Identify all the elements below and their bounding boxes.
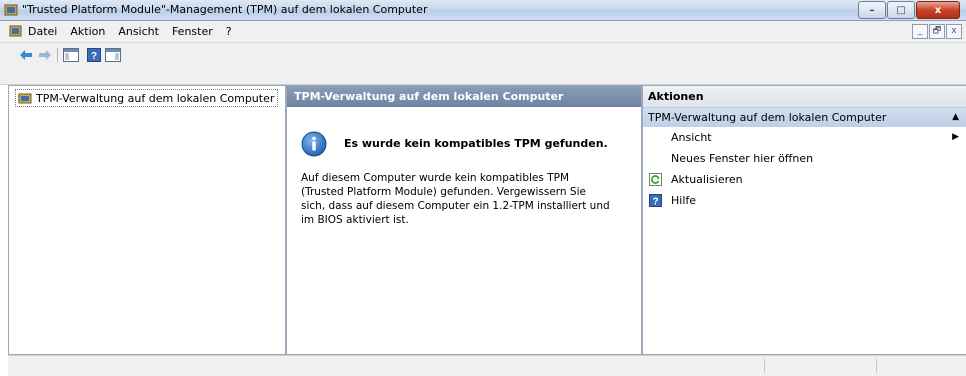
- console-tree-pane: TPM-Verwaltung auf dem lokalen Computer: [8, 85, 286, 355]
- tpm-app-icon: [4, 4, 18, 16]
- window-title: "Trusted Platform Module"-Management (TP…: [22, 3, 428, 16]
- action-aktualisieren[interactable]: Aktualisieren: [643, 169, 966, 190]
- collapse-icon: ▲: [952, 112, 959, 122]
- actions-pane: Aktionen TPM-Verwaltung auf dem lokalen …: [642, 85, 966, 355]
- actions-section-tpm[interactable]: TPM-Verwaltung auf dem lokalen Computer …: [643, 108, 966, 127]
- status-separator: [876, 359, 877, 373]
- action-label: Aktualisieren: [671, 173, 743, 186]
- menu-datei[interactable]: Datei: [28, 25, 57, 38]
- back-arrow-icon: [20, 50, 32, 60]
- info-icon: [301, 131, 327, 157]
- svg-text:?: ?: [91, 51, 97, 62]
- mdi-minimize-button[interactable]: _: [912, 24, 928, 39]
- action-ansicht[interactable]: Ansicht ▶: [643, 127, 966, 148]
- action-pane-icon: [105, 48, 121, 62]
- action-hilfe[interactable]: ? Hilfe: [643, 190, 966, 211]
- menu-aktion[interactable]: Aktion: [70, 25, 105, 38]
- tpm-chip-icon: [18, 93, 32, 104]
- tpm-app-icon[interactable]: [9, 25, 22, 38]
- menu-fenster[interactable]: Fenster: [172, 25, 213, 38]
- toolbar: ?: [0, 43, 966, 85]
- forward-arrow-icon: [39, 50, 51, 60]
- result-pane-header: TPM-Verwaltung auf dem lokalen Computer: [287, 86, 641, 107]
- console-tree-icon: [63, 48, 79, 62]
- status-bar: [8, 355, 966, 376]
- back-button[interactable]: [18, 47, 34, 63]
- maximize-button[interactable]: □: [887, 1, 915, 19]
- close-button[interactable]: x: [916, 1, 960, 19]
- menu-help[interactable]: ?: [226, 25, 232, 38]
- refresh-icon: [649, 173, 662, 186]
- toolbar-separator: [57, 48, 58, 62]
- minimize-button[interactable]: –: [858, 1, 886, 19]
- show-hide-tree-button[interactable]: [63, 47, 79, 63]
- svg-text:?: ?: [652, 197, 658, 208]
- tree-item-label: TPM-Verwaltung auf dem lokalen Computer: [36, 91, 275, 105]
- help-icon: ?: [87, 48, 101, 62]
- submenu-arrow-icon: ▶: [952, 132, 959, 142]
- action-label: Neues Fenster hier öffnen: [671, 152, 814, 165]
- menu-bar: Datei Aktion Ansicht Fenster ? _ 🗗 x: [0, 21, 966, 43]
- action-label: Hilfe: [671, 194, 697, 207]
- message-title: Es wurde kein kompatibles TPM gefunden.: [344, 137, 608, 150]
- title-bar: "Trusted Platform Module"-Management (TP…: [0, 0, 966, 21]
- status-separator: [764, 359, 765, 373]
- result-pane: TPM-Verwaltung auf dem lokalen Computer …: [286, 85, 642, 355]
- forward-button[interactable]: [37, 47, 53, 63]
- message-body: Auf diesem Computer wurde kein kompatibl…: [301, 172, 610, 226]
- tree-item-tpm-management[interactable]: TPM-Verwaltung auf dem lokalen Computer: [15, 89, 279, 107]
- menu-ansicht[interactable]: Ansicht: [118, 25, 159, 38]
- actions-header: Aktionen: [643, 86, 966, 108]
- help-icon: ?: [649, 194, 662, 207]
- action-label: Ansicht: [671, 131, 712, 144]
- show-hide-action-pane-button[interactable]: [105, 47, 121, 63]
- action-neues-fenster[interactable]: Neues Fenster hier öffnen: [643, 148, 966, 169]
- mdi-restore-button[interactable]: 🗗: [929, 24, 945, 39]
- actions-section-label: TPM-Verwaltung auf dem lokalen Computer: [648, 111, 887, 124]
- help-toolbar-button[interactable]: ?: [86, 47, 102, 63]
- mdi-close-button[interactable]: x: [946, 24, 962, 39]
